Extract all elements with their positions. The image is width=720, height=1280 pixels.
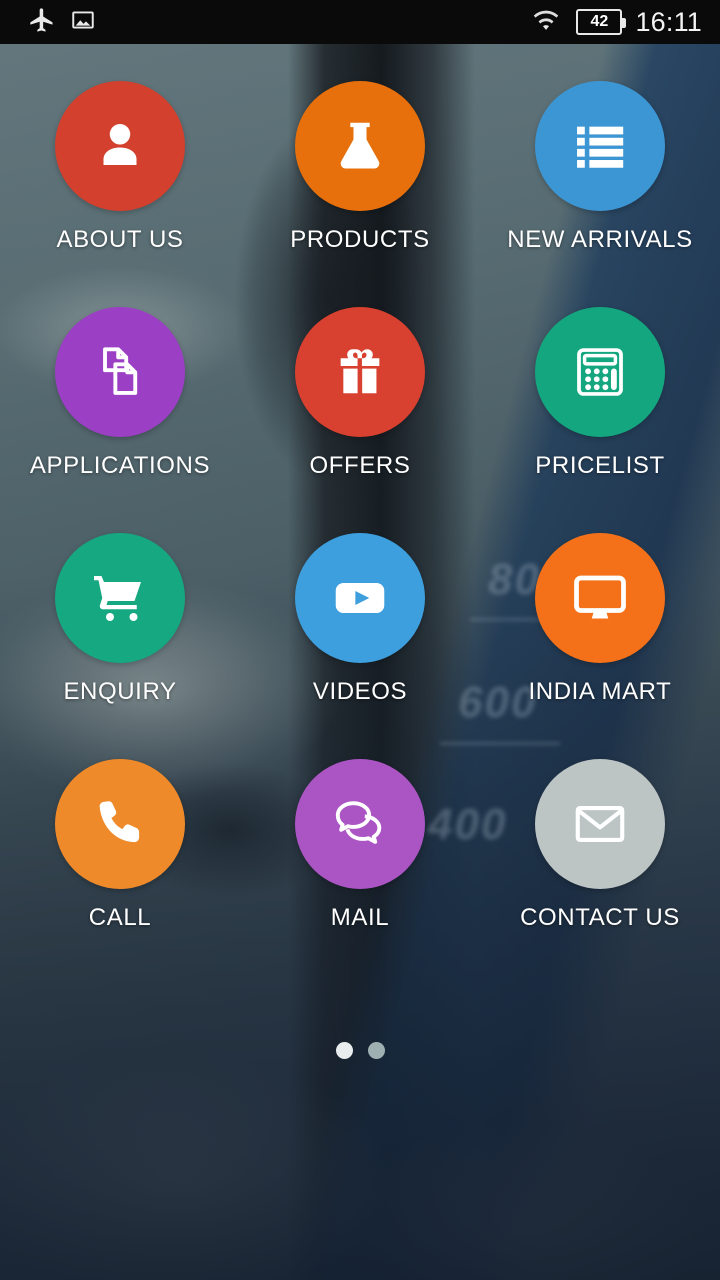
app-tile-pricelist[interactable]: PRICELIST	[480, 307, 720, 533]
battery-level-text: 42	[590, 13, 609, 30]
app-tile-products[interactable]: PRODUCTS	[240, 81, 480, 307]
applications-icon-circle[interactable]	[55, 307, 185, 437]
call-icon-circle[interactable]	[55, 759, 185, 889]
mail-icon-circle[interactable]	[295, 759, 425, 889]
app-label: CONTACT US	[520, 904, 680, 931]
contact-us-icon-circle[interactable]	[535, 759, 665, 889]
app-label: MAIL	[330, 904, 390, 931]
person-icon	[90, 116, 150, 176]
india-mart-icon-circle[interactable]	[535, 533, 665, 663]
app-label: APPLICATIONS	[29, 452, 211, 479]
app-tile-applications[interactable]: APPLICATIONS	[0, 307, 240, 533]
app-tile-contact-us[interactable]: CONTACT US	[480, 759, 720, 985]
app-label: NEW ARRIVALS	[507, 226, 693, 253]
videos-icon-circle[interactable]	[295, 533, 425, 663]
enquiry-icon-circle[interactable]	[55, 533, 185, 663]
status-bar-left	[28, 6, 96, 39]
app-label: ABOUT US	[56, 226, 184, 253]
app-label: CALL	[88, 904, 152, 931]
gift-icon	[331, 343, 389, 401]
flask-icon	[331, 117, 389, 175]
status-bar-right: 42 16:11	[529, 6, 702, 39]
phone-icon	[91, 795, 149, 853]
play-button-icon	[329, 567, 391, 629]
app-tile-videos[interactable]: VIDEOS	[240, 533, 480, 759]
app-icon-grid: ABOUT US PRODUCTS NEW ARRIVALS APPLICATI…	[0, 44, 720, 1044]
page-indicator	[0, 1042, 720, 1059]
home-screen: 800 600 400 42 16:11 ABOUT US PRODUCTS N…	[0, 0, 720, 1280]
app-label: PRICELIST	[535, 452, 665, 479]
page-dot-1[interactable]	[335, 1042, 353, 1059]
monitor-icon	[570, 568, 630, 628]
app-tile-enquiry[interactable]: ENQUIRY	[0, 533, 240, 759]
documents-icon	[89, 341, 151, 403]
about-us-icon-circle[interactable]	[55, 81, 185, 211]
shopping-cart-icon	[90, 568, 150, 628]
pricelist-icon-circle[interactable]	[535, 307, 665, 437]
app-label: PRODUCTS	[290, 226, 430, 253]
status-bar[interactable]: 42 16:11	[0, 0, 720, 44]
offers-icon-circle[interactable]	[295, 307, 425, 437]
status-bar-clock: 16:11	[635, 6, 702, 37]
app-label: ENQUIRY	[63, 678, 177, 705]
app-label: INDIA MART	[528, 678, 672, 705]
battery-indicator: 42	[576, 9, 627, 35]
app-label: OFFERS	[309, 452, 411, 479]
page-dot-2[interactable]	[367, 1042, 385, 1059]
list-icon	[571, 117, 629, 175]
chat-bubbles-icon	[331, 795, 389, 853]
app-tile-about-us[interactable]: ABOUT US	[0, 81, 240, 307]
app-tile-offers[interactable]: OFFERS	[240, 307, 480, 533]
app-tile-india-mart[interactable]: INDIA MART	[480, 533, 720, 759]
new-arrivals-icon-circle[interactable]	[535, 81, 665, 211]
calculator-icon	[572, 344, 628, 400]
wifi-icon	[529, 6, 563, 39]
products-icon-circle[interactable]	[295, 81, 425, 211]
app-tile-mail[interactable]: MAIL	[240, 759, 480, 985]
app-tile-call[interactable]: CALL	[0, 759, 240, 985]
app-label: VIDEOS	[312, 678, 408, 705]
app-tile-new-arrivals[interactable]: NEW ARRIVALS	[480, 81, 720, 307]
screenshot-icon	[70, 7, 96, 38]
envelope-icon	[571, 795, 629, 853]
airplane-mode-icon	[28, 6, 56, 39]
